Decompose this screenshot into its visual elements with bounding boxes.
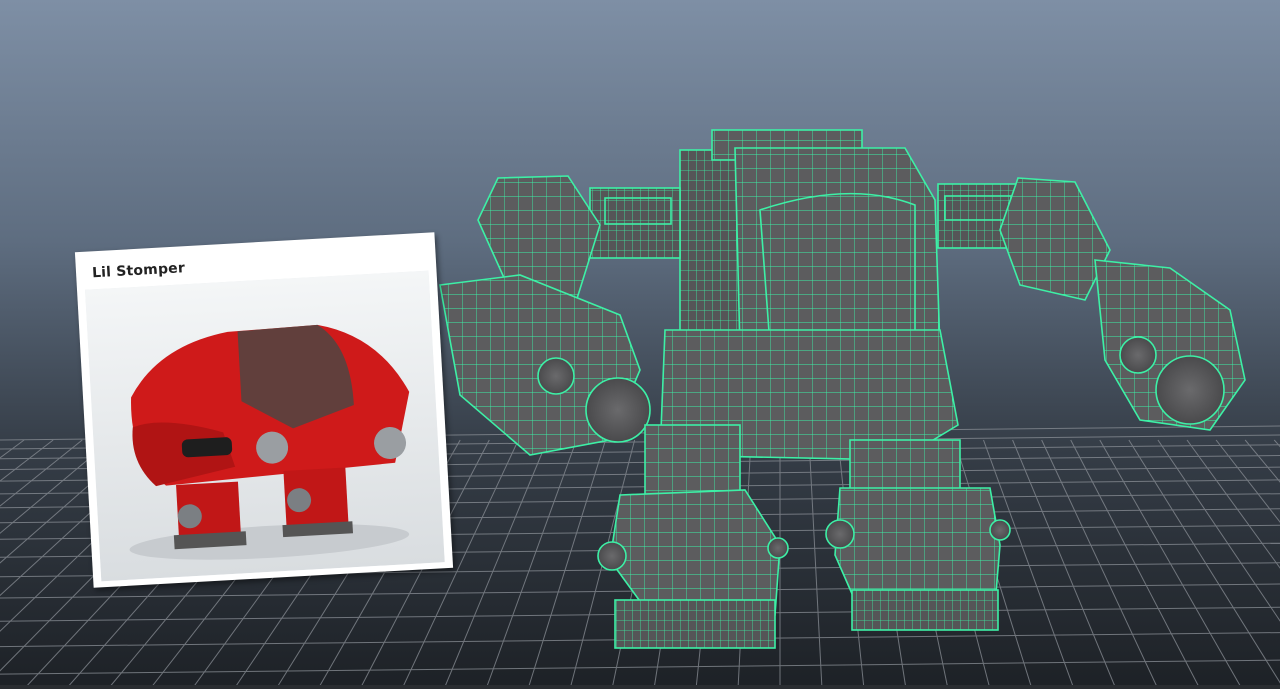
reference-card-title: Lil Stomper <box>91 260 186 282</box>
left-shoulder-connector <box>604 197 672 225</box>
left-foot <box>614 599 776 649</box>
right-knee-joint <box>825 519 855 549</box>
left-wrist-joint <box>537 357 575 395</box>
3d-viewport[interactable]: Lil Stomper <box>0 0 1280 689</box>
left-ankle-joint <box>767 537 789 559</box>
right-foot <box>851 589 999 631</box>
viewport-bottom-bar <box>0 685 1280 689</box>
left-hand-joint <box>585 377 651 443</box>
right-hand-joint <box>1155 355 1225 425</box>
lego-mech-photo <box>85 270 445 582</box>
torso-front-panel <box>759 192 916 346</box>
left-knee-joint <box>597 541 627 571</box>
reference-image-card[interactable]: Lil Stomper <box>74 232 454 588</box>
right-wrist-joint <box>1119 336 1157 374</box>
reference-photo <box>85 270 445 582</box>
right-upper-arm <box>999 177 1111 301</box>
right-shoulder-connector <box>944 195 1012 221</box>
left-lower-leg <box>609 489 781 616</box>
right-ankle-joint <box>989 519 1011 541</box>
